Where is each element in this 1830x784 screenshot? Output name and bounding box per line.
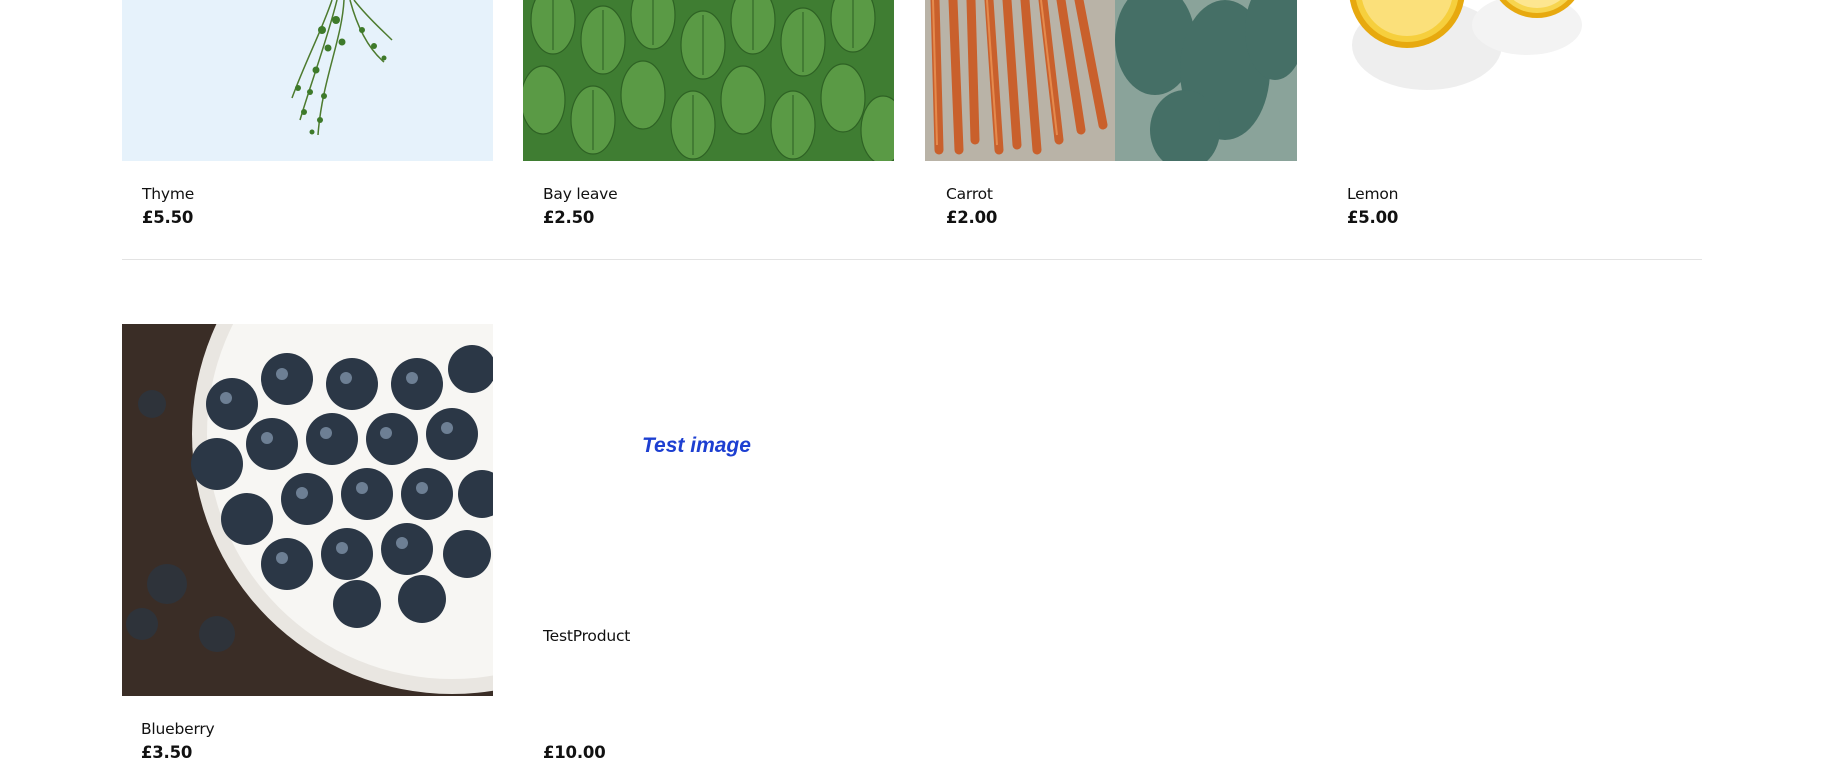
- product-name[interactable]: Blueberry: [141, 719, 215, 739]
- row-divider: [122, 259, 1702, 260]
- broken-image-placeholder[interactable]: [523, 324, 894, 604]
- product-price: £5.00: [1347, 208, 1399, 227]
- lemon-image[interactable]: [1327, 0, 1702, 161]
- thyme-image[interactable]: [122, 0, 493, 161]
- product-price: £2.50: [543, 208, 595, 227]
- product-name[interactable]: Thyme: [142, 184, 194, 204]
- carrot-image[interactable]: [925, 0, 1297, 161]
- product-name[interactable]: Carrot: [946, 184, 993, 204]
- product-price: £3.50: [141, 743, 193, 762]
- blueberry-image[interactable]: [122, 324, 493, 696]
- product-name[interactable]: TestProduct: [543, 626, 630, 646]
- product-price: £2.00: [946, 208, 998, 227]
- product-name[interactable]: Bay leave: [543, 184, 618, 204]
- product-price: £10.00: [543, 743, 606, 762]
- product-price: £5.50: [142, 208, 194, 227]
- product-name[interactable]: Lemon: [1347, 184, 1399, 204]
- image-alt-text: Test image: [642, 434, 751, 457]
- bay-leaf-image[interactable]: [523, 0, 894, 161]
